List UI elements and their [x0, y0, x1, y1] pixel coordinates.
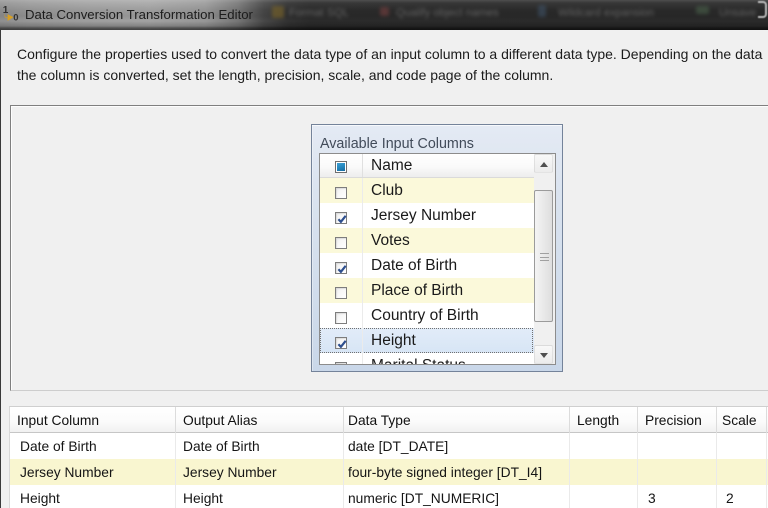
- svg-text:0: 0: [13, 13, 18, 24]
